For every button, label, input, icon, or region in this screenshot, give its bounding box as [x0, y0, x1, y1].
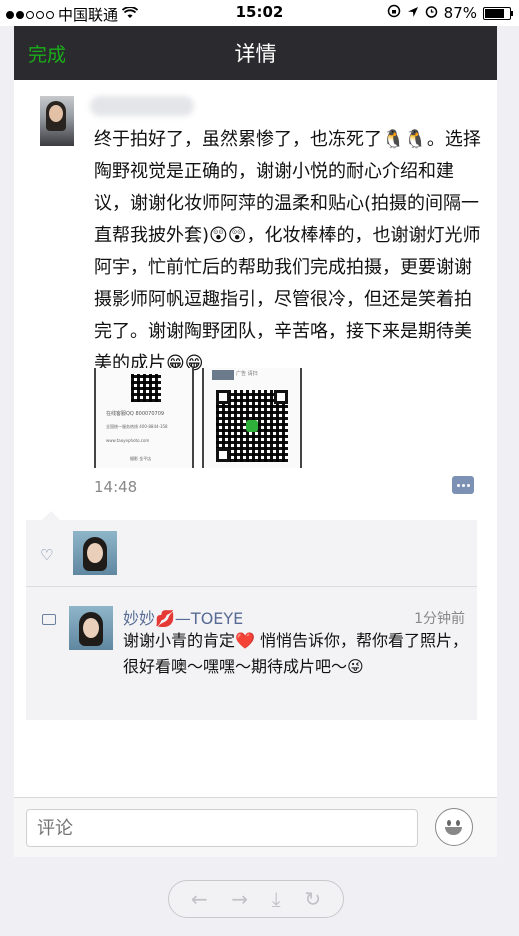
image-1-line-3: www.taoyephoto.com [106, 438, 150, 443]
likes-comments-panel: ♡ 妙妙💋—TOEYE 1分钟前 谢谢小青的肯定❤️ 悄悄告诉你，帮你看了照片，… [26, 511, 477, 720]
qr-code-large [216, 390, 288, 462]
post-image-1[interactable]: 在线客服QQ 800070709 全国统一服务热线 400-8844-358 w… [94, 368, 194, 468]
image-1-line-1: 在线客服QQ 800070709 [106, 411, 165, 417]
comment-input-bar [14, 797, 497, 857]
qr-code-small [131, 374, 161, 402]
divider [26, 586, 477, 587]
refresh-icon[interactable]: ↻ [304, 887, 321, 911]
commenter-avatar[interactable] [69, 606, 113, 650]
comment-action-icon[interactable] [452, 476, 474, 494]
browser-toolbar: ← → ⤓ ↻ [168, 880, 344, 918]
image-1-line-2: 全国统一服务热线 400-8844-358 [106, 424, 168, 429]
alarm-icon [425, 4, 438, 22]
emoji-button[interactable] [435, 808, 473, 846]
battery-icon [483, 6, 513, 20]
navigation-bar: 完成 详情 [14, 26, 497, 80]
page-title: 详情 [234, 42, 277, 66]
status-right: 87% [387, 4, 513, 22]
back-arrow-icon[interactable]: ← [191, 887, 208, 911]
liker-avatar[interactable] [73, 531, 117, 575]
comment-text[interactable]: 谢谢小青的肯定❤️ 悄悄告诉你，帮你看了照片，很好看噢～嘿嘿～期待成片吧～😜 [123, 628, 473, 680]
forward-arrow-icon[interactable]: → [231, 887, 248, 911]
image-2-thumb [212, 370, 234, 380]
image-1-line-4: 摄影 金平店 [130, 456, 152, 461]
comment-input[interactable] [26, 809, 418, 847]
image-2-header: 广告 请扫 [236, 371, 258, 377]
comment-icon [42, 614, 56, 625]
commenter-name[interactable]: 妙妙💋—TOEYE [123, 605, 243, 629]
post-detail: 终于拍好了，虽然累惨了，也冻死了🐧🐧。选择陶野视觉是正确的，谢谢小悦的耐心介绍和… [14, 80, 497, 856]
comment-time: 1分钟前 [414, 611, 465, 627]
post-time: 14:48 [94, 478, 138, 496]
post-text: 终于拍好了，虽然累惨了，也冻死了🐧🐧。选择陶野视觉是正确的，谢谢小悦的耐心介绍和… [94, 129, 481, 374]
author-avatar[interactable] [40, 96, 74, 146]
post-image-2[interactable]: 广告 请扫 [202, 368, 302, 468]
rotation-lock-icon [387, 4, 401, 22]
location-icon [407, 4, 419, 22]
author-name-blurred[interactable] [90, 96, 194, 116]
status-bar: 中国联通 15:02 87% [0, 0, 519, 26]
download-icon[interactable]: ⤓ [272, 887, 281, 911]
battery-percent: 87% [443, 4, 477, 22]
wechat-logo-icon [246, 420, 258, 432]
heart-icon: ♡ [40, 546, 54, 564]
